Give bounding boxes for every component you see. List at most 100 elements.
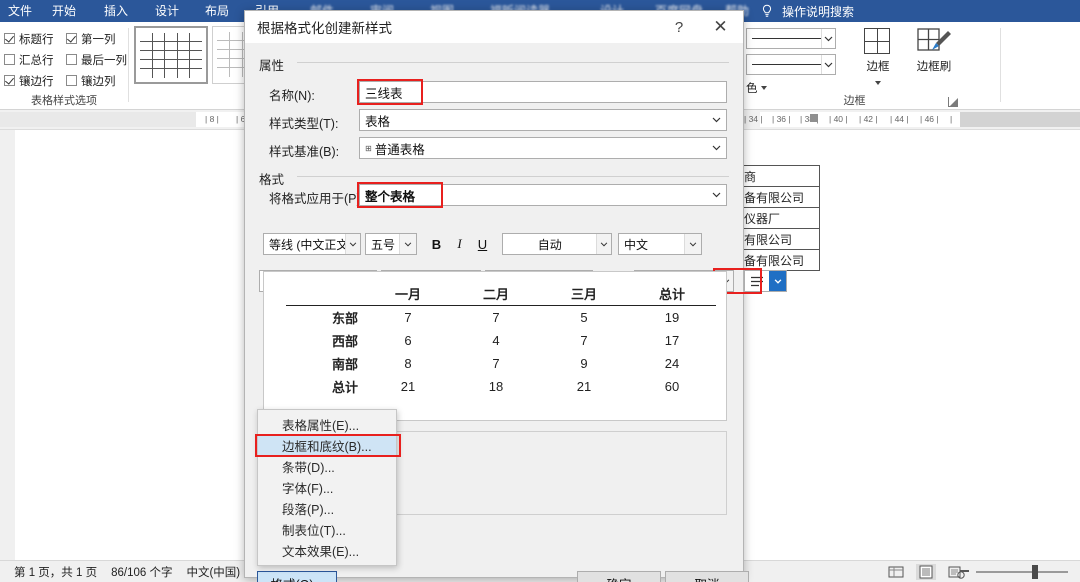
style-name-input[interactable]: 三线表 <box>359 81 727 103</box>
pen-weight-dropdown[interactable] <box>746 54 836 75</box>
context-menu-item[interactable]: 条带(D)... <box>258 456 396 477</box>
chevron-down-icon[interactable] <box>707 110 726 130</box>
table-cell[interactable]: 备有限公司 <box>741 187 820 208</box>
preview-cell: 19 <box>628 306 716 330</box>
bold-button[interactable]: B <box>425 233 448 255</box>
status-language[interactable]: 中文(中国) <box>186 564 240 580</box>
checkbox-label: 标题行 <box>19 31 54 47</box>
table-cell[interactable]: 备有限公司 <box>741 250 820 271</box>
chevron-down-icon[interactable] <box>399 234 416 254</box>
table-style-thumb[interactable] <box>134 26 208 84</box>
table-cell[interactable]: 有限公司 <box>741 229 820 250</box>
borders-dialog-launcher[interactable] <box>948 97 958 107</box>
ruler-tick: | 8 | <box>205 114 219 124</box>
context-menu-item[interactable]: 段落(P)... <box>258 498 396 519</box>
cancel-button[interactable]: 取消 <box>665 571 749 582</box>
zoom-out-icon[interactable] <box>960 570 969 572</box>
format-context-menu: 表格属性(E)...边框和底纹(B)...条带(D)...字体(F)...段落(… <box>257 409 397 566</box>
web-layout-view-icon[interactable] <box>886 564 906 580</box>
preview-table-row: 西部64717 <box>286 329 716 352</box>
preview-cell: 24 <box>628 352 716 375</box>
preview-cell: 7 <box>364 306 452 330</box>
style-base-dropdown[interactable]: ⊞ 普通表格 <box>359 137 727 159</box>
table-style-checkbox[interactable]: 镶边行 <box>4 73 66 89</box>
context-menu-item[interactable]: 边框和底纹(B)... <box>258 435 396 456</box>
zoom-slider[interactable] <box>976 565 1068 579</box>
lightbulb-icon <box>760 4 774 19</box>
print-layout-view-icon[interactable] <box>916 564 936 580</box>
table-style-checkbox[interactable]: 镶边列 <box>66 73 128 89</box>
border-painter-button[interactable]: 边框刷 <box>906 28 962 74</box>
language-dropdown[interactable]: 中文 <box>618 233 702 255</box>
format-menu-button[interactable]: 格式(O) <box>257 571 337 582</box>
table-style-checkbox[interactable]: 汇总行 <box>4 52 66 68</box>
chevron-down-icon[interactable] <box>707 138 726 158</box>
pen-weight-line-icon <box>752 64 821 65</box>
table-row[interactable]: 商 <box>741 166 820 187</box>
preview-row-header: 西部 <box>286 329 364 352</box>
chevron-down-icon[interactable] <box>707 185 726 205</box>
table-cell[interactable]: 商 <box>741 166 820 187</box>
font-color-dropdown[interactable]: 自动 <box>502 233 612 255</box>
context-menu-item[interactable]: 表格属性(E)... <box>258 414 396 435</box>
chevron-down-icon[interactable] <box>596 234 611 254</box>
context-menu-item[interactable]: 字体(F)... <box>258 477 396 498</box>
apply-to-dropdown[interactable]: 整个表格 <box>359 184 727 206</box>
preview-table-row: 总计21182160 <box>286 375 716 398</box>
read-mode-view-icon[interactable] <box>946 564 966 580</box>
document-table[interactable]: 商备有限公司仪器厂有限公司备有限公司 <box>740 165 820 271</box>
table-style-checkbox[interactable]: 最后一列 <box>66 52 128 68</box>
checkbox-label: 最后一列 <box>81 52 127 68</box>
font-family-dropdown[interactable]: 等线 (中文正文) <box>263 233 361 255</box>
ruler-tick: | 42 | <box>859 114 878 124</box>
indent-marker[interactable] <box>810 114 818 122</box>
borders-button[interactable]: 边框 <box>856 28 900 88</box>
close-icon[interactable]: ✕ <box>698 12 743 43</box>
chevron-down-icon[interactable] <box>684 234 701 254</box>
style-base-label: 样式基准(B): <box>269 141 339 160</box>
checkbox-checked-icon[interactable] <box>66 33 77 44</box>
checkbox-checked-icon[interactable] <box>4 33 15 44</box>
style-type-value: 表格 <box>365 111 390 130</box>
ribbon-tab[interactable]: 开始 <box>52 2 76 20</box>
context-menu-item[interactable]: 制表位(T)... <box>258 519 396 540</box>
border-lines-split-button[interactable] <box>744 270 787 292</box>
checkbox-icon[interactable] <box>66 75 77 86</box>
chevron-down-icon[interactable] <box>821 55 835 74</box>
ribbon-tab[interactable]: 布局 <box>205 2 229 20</box>
context-menu-item[interactable]: 文本效果(E)... <box>258 540 396 561</box>
chevron-down-icon[interactable] <box>345 234 360 254</box>
pen-style-dropdown[interactable] <box>746 28 836 49</box>
checkbox-icon[interactable] <box>4 54 15 65</box>
ok-button[interactable]: 确定 <box>577 571 661 582</box>
zoom-slider-handle[interactable] <box>1032 565 1038 579</box>
table-style-checkbox[interactable]: 标题行 <box>4 31 66 47</box>
ribbon-tab[interactable]: 设计 <box>155 2 179 20</box>
checkbox-checked-icon[interactable] <box>4 75 15 86</box>
chevron-down-icon[interactable] <box>875 81 881 85</box>
font-size-dropdown[interactable]: 五号 <box>365 233 417 255</box>
underline-button[interactable]: U <box>471 233 494 255</box>
style-type-dropdown[interactable]: 表格 <box>359 109 727 131</box>
chevron-down-icon[interactable] <box>769 271 786 291</box>
checkbox-icon[interactable] <box>66 54 77 65</box>
table-row[interactable]: 有限公司 <box>741 229 820 250</box>
help-question-icon[interactable]: ? <box>660 12 698 43</box>
border-lines-dropdown-icon[interactable] <box>745 271 769 291</box>
table-row[interactable]: 备有限公司 <box>741 187 820 208</box>
status-word-count[interactable]: 86/106 个字 <box>111 564 172 580</box>
font-family-value: 等线 (中文正文) <box>264 236 345 253</box>
dialog-titlebar: 根据格式化创建新样式 ? ✕ <box>245 11 743 43</box>
chevron-down-icon[interactable] <box>821 29 835 48</box>
table-row[interactable]: 备有限公司 <box>741 250 820 271</box>
language-value: 中文 <box>619 236 653 253</box>
left-scroll-strip[interactable] <box>0 130 15 560</box>
table-style-checkbox[interactable]: 第一列 <box>66 31 128 47</box>
ribbon-tab[interactable]: 文件 <box>8 2 32 20</box>
italic-button[interactable]: I <box>448 233 471 255</box>
table-cell[interactable]: 仪器厂 <box>741 208 820 229</box>
ribbon-tab[interactable]: 插入 <box>104 2 128 20</box>
style-type-label: 样式类型(T): <box>269 113 338 132</box>
table-row[interactable]: 仪器厂 <box>741 208 820 229</box>
tell-me-search[interactable]: 操作说明搜索 <box>782 3 854 20</box>
